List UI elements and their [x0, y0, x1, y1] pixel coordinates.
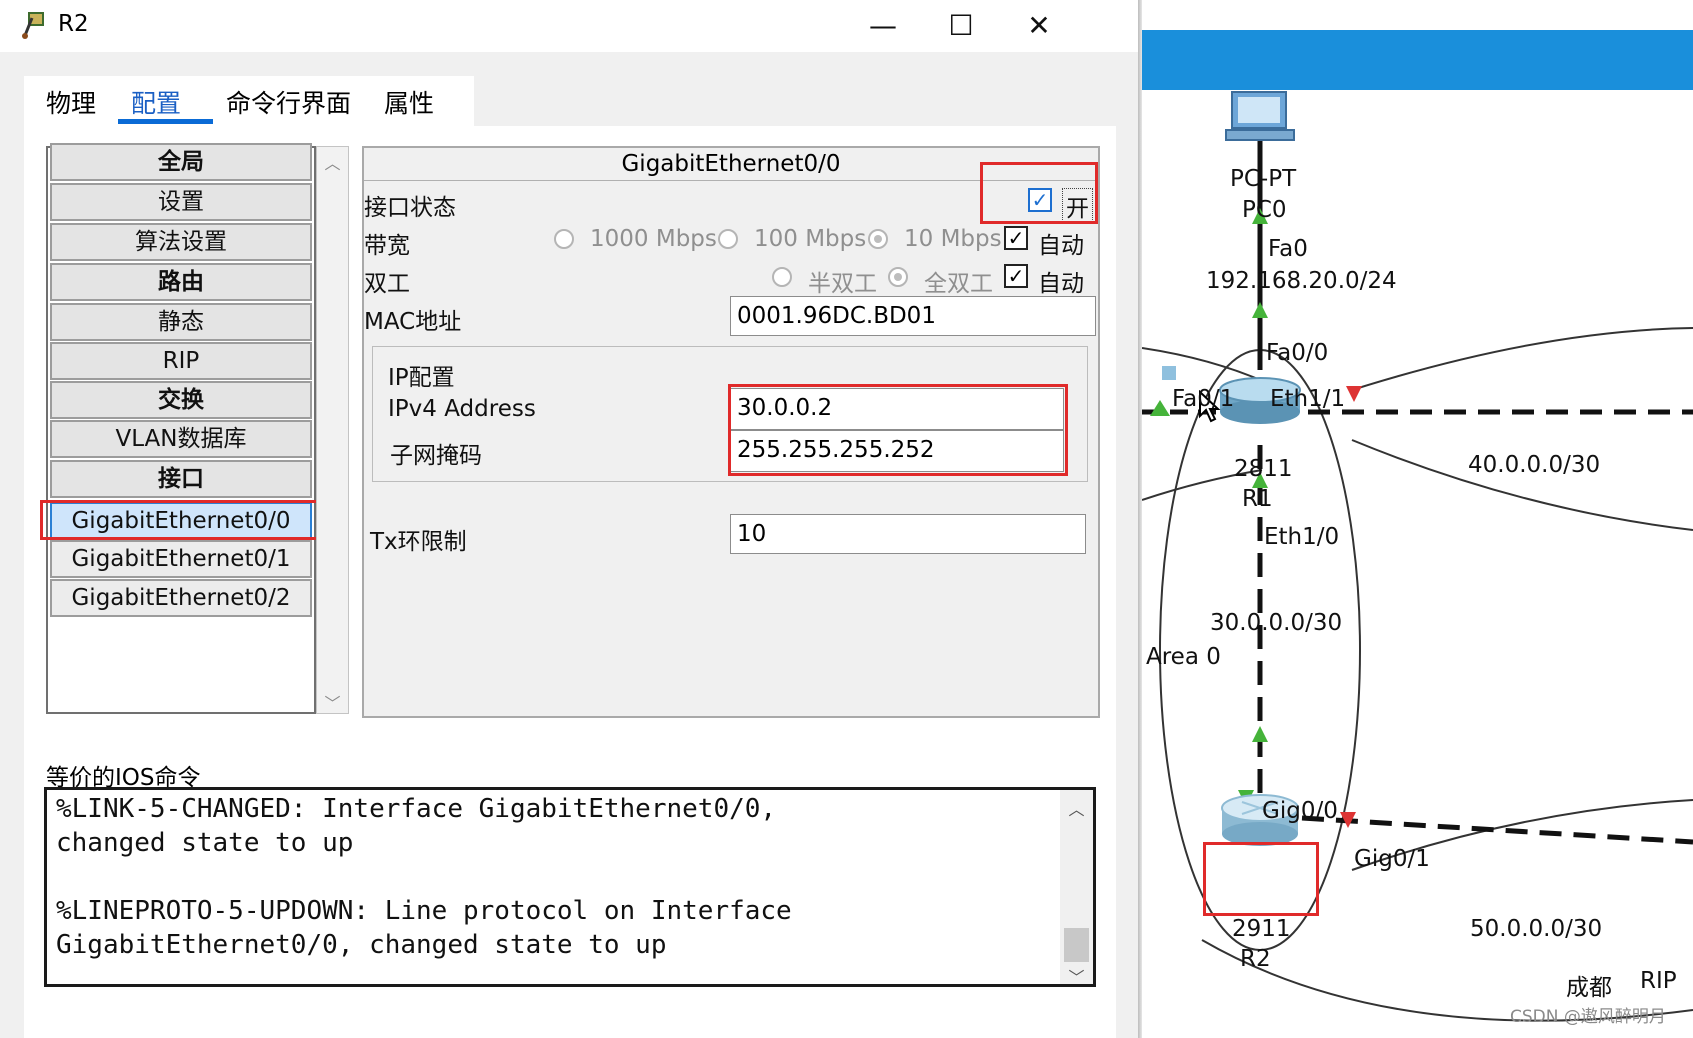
rip-area-label: RIP — [1640, 968, 1677, 994]
nav-gigabitethernet0-2[interactable]: GigabitEthernet0/2 — [50, 579, 312, 617]
link-down-arrow-icon — [1346, 386, 1362, 402]
duplex-full-radio[interactable] — [888, 267, 908, 287]
network-label-40: 40.0.0.0/30 — [1468, 452, 1601, 478]
link-up-arrow-icon — [1252, 302, 1268, 318]
link-up-arrow-icon — [1150, 400, 1170, 416]
tx-ring-limit-label: Tx环限制 — [370, 529, 467, 555]
ipv4-address-label: IPv4 Address — [388, 396, 536, 422]
pc0-type-label: PC-PT — [1230, 166, 1297, 192]
maximize-button[interactable]: ☐ — [926, 4, 996, 48]
nav-global-header[interactable]: 全局 — [50, 143, 312, 181]
port-label-fa01: Fa0/1 — [1172, 386, 1235, 412]
area-curve — [1351, 327, 1693, 391]
highlight-box-ip-config — [728, 384, 1068, 476]
nav-routing-header[interactable]: 路由 — [50, 263, 312, 301]
network-label-50: 50.0.0.0/30 — [1470, 916, 1603, 942]
tx-ring-limit-field[interactable]: 10 — [730, 514, 1086, 554]
bandwidth-1000-label: 1000 Mbps — [590, 226, 717, 252]
r1-name-label: R1 — [1242, 486, 1273, 512]
duplex-half-radio[interactable] — [772, 267, 792, 287]
pc0-icon — [1225, 91, 1295, 141]
r1-model-label: 2811 — [1234, 456, 1293, 482]
duplex-half-label: 半双工 — [808, 271, 877, 297]
nav-scrollbar[interactable] — [316, 146, 349, 714]
bandwidth-auto-checkbox[interactable]: ✓ — [1004, 226, 1028, 250]
nav-static[interactable]: 静态 — [50, 303, 312, 341]
ios-line: %LINK-5-CHANGED: Interface GigabitEthern… — [56, 794, 777, 824]
duplex-label: 双工 — [364, 271, 410, 297]
ios-line: GigabitEthernet0/0, changed state to up — [56, 930, 667, 960]
bandwidth-label: 带宽 — [364, 233, 410, 259]
ios-line: changed state to up — [56, 828, 354, 858]
duplex-auto-label: 自动 — [1038, 271, 1084, 297]
r2-model-label: 2911 — [1232, 916, 1291, 942]
tab-physical[interactable]: 物理 — [46, 84, 96, 120]
nav-interface-header[interactable]: 接口 — [50, 460, 312, 498]
minimize-button[interactable]: — — [848, 4, 918, 48]
topology-toolbar-strip — [1142, 30, 1693, 90]
duplex-auto-checkbox[interactable]: ✓ — [1004, 264, 1028, 288]
ip-config-label: IP配置 — [388, 365, 455, 391]
active-tab-indicator — [118, 119, 213, 124]
nav-vlan-database[interactable]: VLAN数据库 — [50, 420, 312, 458]
ios-scroll-down-icon[interactable]: ﹀ — [1060, 964, 1093, 988]
ios-scroll-up-icon[interactable]: ︿ — [1060, 796, 1093, 820]
link-up-arrow-icon — [1252, 726, 1268, 742]
bandwidth-100-radio[interactable] — [718, 229, 738, 249]
area-label: Area 0 — [1146, 644, 1221, 670]
ios-line: %LINEPROTO-5-UPDOWN: Line protocol on In… — [56, 896, 792, 926]
network-label-192: 192.168.20.0/24 — [1206, 268, 1397, 294]
port-status-label: 接口状态 — [364, 195, 456, 221]
packet-tracer-app-icon — [18, 10, 48, 40]
nav-algorithm-settings[interactable]: 算法设置 — [50, 223, 312, 261]
nav-rip[interactable]: RIP — [50, 342, 312, 380]
nav-switching-header[interactable]: 交换 — [50, 381, 312, 419]
mac-address-field[interactable]: 0001.96DC.BD01 — [730, 296, 1096, 336]
tab-attributes[interactable]: 属性 — [384, 84, 434, 120]
port-label-eth10: Eth1/0 — [1264, 524, 1340, 550]
r2-name-label: R2 — [1240, 946, 1271, 972]
network-label-30: 30.0.0.0/30 — [1210, 610, 1343, 636]
duplex-full-label: 全双工 — [924, 271, 993, 297]
bandwidth-10-label: 10 Mbps — [904, 226, 1002, 252]
subnet-mask-label: 子网掩码 — [390, 443, 482, 469]
bandwidth-auto-label: 自动 — [1038, 233, 1084, 259]
port-label-fa00: Fa0/0 — [1266, 340, 1329, 366]
bandwidth-100-label: 100 Mbps — [754, 226, 867, 252]
highlight-box-r2 — [1203, 842, 1319, 916]
tab-cli[interactable]: 命令行界面 — [226, 84, 351, 120]
port-label-fa0: Fa0 — [1268, 236, 1308, 262]
link-r2-50net — [1301, 815, 1693, 845]
port-label-gig00: Gig0/0 — [1262, 798, 1338, 824]
window-title: R2 — [58, 11, 89, 37]
close-button[interactable]: ✕ — [1004, 4, 1074, 48]
ios-scroll-thumb[interactable] — [1064, 928, 1089, 962]
port-label-gig01: Gig0/1 — [1354, 846, 1430, 872]
watermark-text: CSDN @遨风醉明月 — [1510, 1007, 1666, 1027]
highlight-box-selected-interface — [40, 500, 324, 540]
bandwidth-10-radio[interactable] — [868, 229, 888, 249]
pc0-name-label: PC0 — [1242, 197, 1287, 223]
scroll-down-icon[interactable]: ﹀ — [316, 690, 349, 714]
tab-config[interactable]: 配置 — [131, 84, 181, 120]
highlight-box-port-status — [980, 162, 1098, 224]
mac-address-label: MAC地址 — [364, 309, 462, 335]
nav-settings[interactable]: 设置 — [50, 183, 312, 221]
port-label-eth11: Eth1/1 — [1270, 386, 1346, 412]
bandwidth-1000-radio[interactable] — [554, 229, 574, 249]
rip-area-city-label: 成都 — [1566, 975, 1612, 1001]
scroll-up-icon[interactable]: ︿ — [316, 150, 349, 174]
nav-gigabitethernet0-1[interactable]: GigabitEthernet0/1 — [50, 540, 312, 578]
